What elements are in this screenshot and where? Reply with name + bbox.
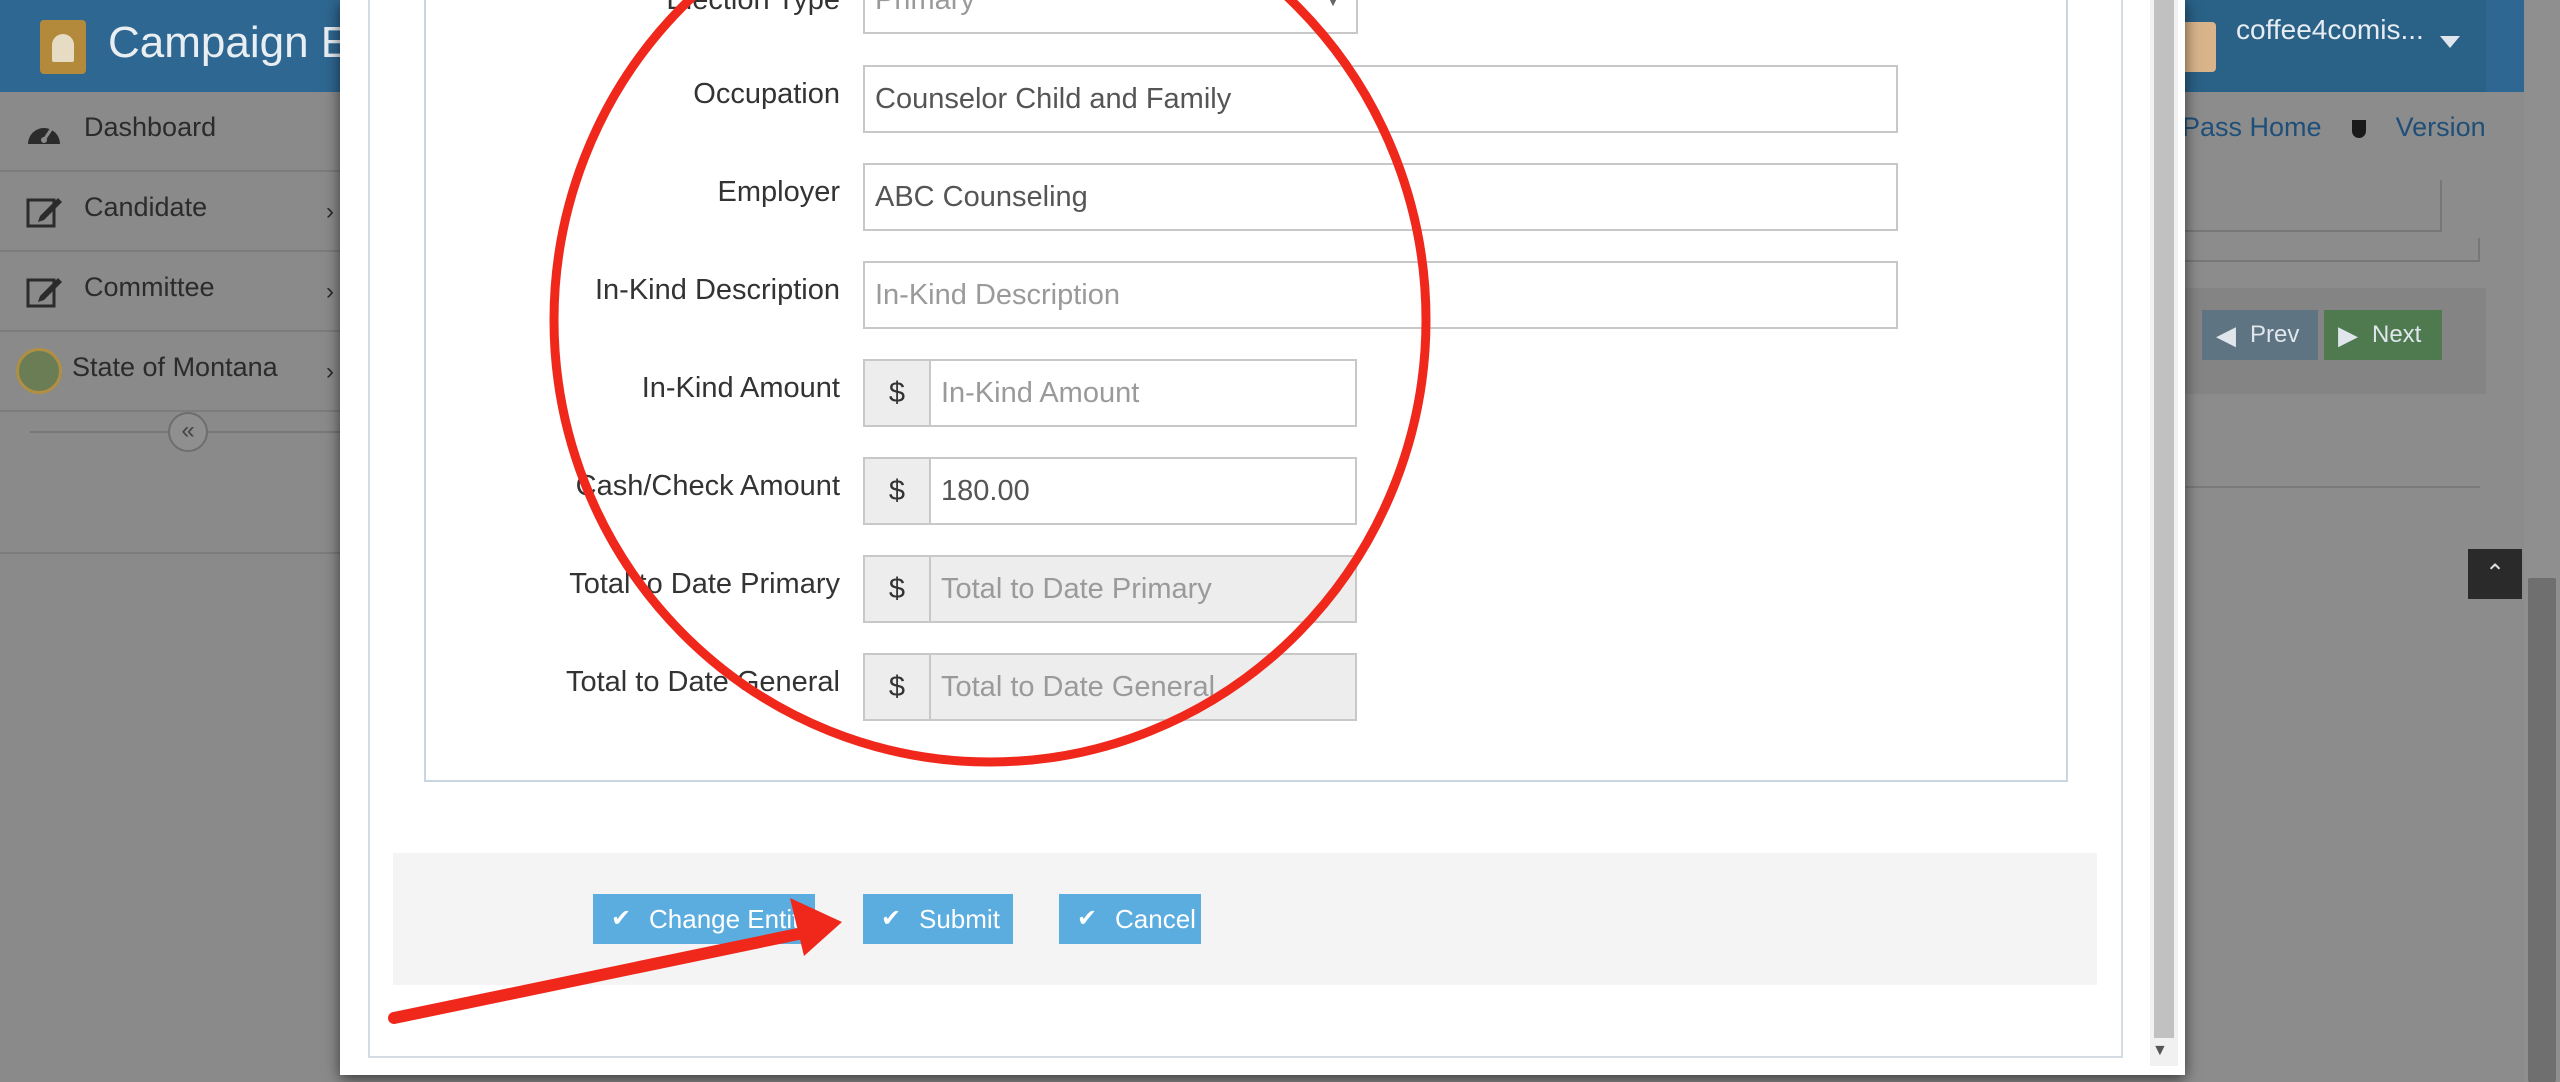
sidebar-item-label: State of Montana [72,352,278,382]
total-general-label: Total to Date General [565,666,840,698]
sidebar-item-label: Dashboard [84,112,217,142]
arrow-left-icon: ◀ [2216,320,2236,350]
prev-label: Prev [2250,321,2300,348]
in-kind-amount-input[interactable]: In-Kind Amount [929,359,1357,427]
prev-button[interactable]: ◀ Prev [2202,310,2318,360]
submit-button[interactable]: ✔ Submit [863,894,1013,944]
scroll-to-top-button[interactable]: ⌃ [2468,549,2522,599]
employer-input[interactable]: ABC Counseling [863,163,1898,231]
sidebar: Dashboard Candidate › Committee › State … [0,92,340,1082]
shield-icon [2351,120,2366,138]
user-name[interactable]: coffee4comis... [2236,14,2424,46]
app-title: Campaign El [108,18,360,67]
scroll-down-arrow-icon[interactable]: ▼ [2152,1042,2168,1060]
election-type-select[interactable]: Primary ▼ [863,0,1358,34]
version-link[interactable]: Version [2396,112,2486,142]
check-icon: ✔ [1077,905,1098,932]
cash-check-amount-label: Cash/Check Amount [575,470,840,502]
sidebar-item-dashboard[interactable]: Dashboard [0,92,340,172]
cancel-button[interactable]: ✔ Cancel [1059,894,1201,944]
chevron-right-icon: › [326,358,334,385]
election-type-label: Election Type [666,0,840,16]
pager: ◀ Prev ▶ Next [2160,288,2486,394]
page-scrollbar-thumb[interactable] [2528,578,2556,1082]
chevron-down-icon[interactable] [2440,36,2460,48]
pass-home-link[interactable]: Pass Home [2182,112,2322,142]
chevron-right-icon: › [326,198,334,225]
next-label: Next [2372,321,2422,348]
state-seal-icon [16,348,62,394]
modal-scrollbar-thumb[interactable] [2154,0,2174,1038]
currency-addon: $ [863,653,931,721]
total-general-input: Total to Date General [929,653,1357,721]
capitol-logo-icon [40,20,86,74]
background-panel [2160,238,2480,262]
sidebar-item-label: Committee [84,272,215,302]
collapse-sidebar-button[interactable]: « [168,412,208,452]
change-entity-button[interactable]: ✔ Change Entity [593,894,815,944]
cancel-label: Cancel [1115,904,1196,934]
sidebar-divider [0,552,340,554]
check-icon: ✔ [611,905,632,932]
occupation-input[interactable]: Counselor Child and Family [863,65,1898,133]
next-button[interactable]: ▶ Next [2324,310,2442,360]
edit-icon [26,198,62,228]
employer-label: Employer [717,176,841,208]
sidebar-item-candidate[interactable]: Candidate › [0,172,340,252]
total-primary-input: Total to Date Primary [929,555,1357,623]
sidebar-item-label: Candidate [84,192,208,222]
edit-icon [26,278,62,308]
occupation-label: Occupation [693,78,840,110]
in-kind-description-label: In-Kind Description [595,274,840,306]
currency-addon: $ [863,359,931,427]
chevron-right-icon: › [326,278,334,305]
submit-label: Submit [919,904,1000,934]
total-primary-label: Total to Date Primary [569,568,840,600]
chevron-down-icon: ▼ [1324,0,1342,10]
sidebar-item-committee[interactable]: Committee › [0,252,340,332]
change-entity-label: Change Entity [649,904,813,934]
cash-check-amount-input[interactable]: 180.00 [929,457,1357,525]
arrow-right-icon: ▶ [2338,320,2358,350]
check-icon: ✔ [881,905,902,932]
header-links: Pass Home Version [2182,112,2516,143]
modal-footer: ✔ Change Entity ✔ Submit ✔ Cancel [393,853,2097,985]
background-divider [2160,486,2480,488]
currency-addon: $ [863,555,931,623]
sidebar-item-state[interactable]: State of Montana › [0,332,340,412]
background-panel [2160,180,2442,232]
in-kind-description-input[interactable]: In-Kind Description [863,261,1898,329]
contribution-modal: Election Type Primary ▼ Occupation Couns… [340,0,2185,1075]
dashboard-icon [28,127,60,144]
currency-addon: $ [863,457,931,525]
in-kind-amount-label: In-Kind Amount [641,372,840,404]
election-type-value: Primary [875,0,975,16]
